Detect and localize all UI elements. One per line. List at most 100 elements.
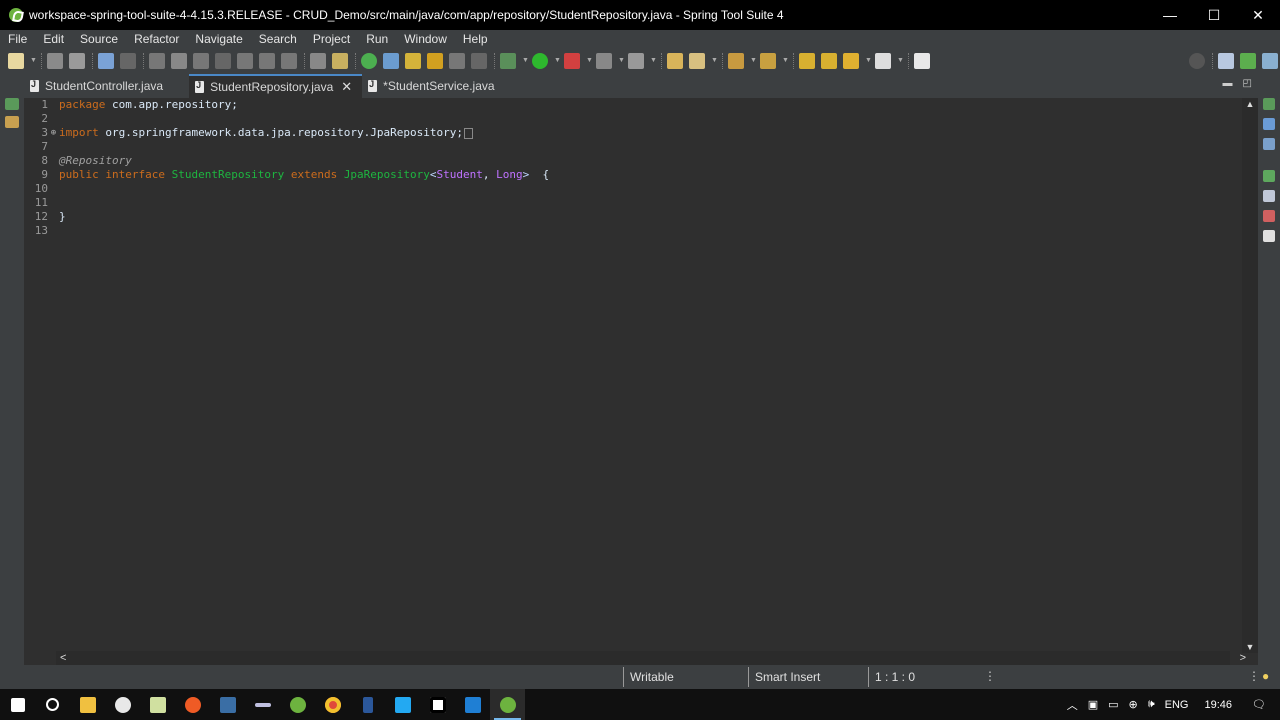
clock-time[interactable]: 19:46 xyxy=(1205,699,1233,711)
step-into-icon[interactable] xyxy=(237,53,253,69)
save-icon[interactable] xyxy=(47,53,63,69)
open-folder-icon[interactable] xyxy=(667,53,683,69)
menu-search[interactable]: Search xyxy=(251,30,305,48)
code-line[interactable]: 8 @Repository xyxy=(24,154,1258,168)
fold-expand-icon[interactable]: ⊕ xyxy=(48,126,59,140)
menu-edit[interactable]: Edit xyxy=(35,30,72,48)
outline-icon[interactable] xyxy=(1263,118,1275,130)
console-icon[interactable] xyxy=(1263,190,1275,202)
tab-student-controller[interactable]: StudentController.java xyxy=(24,74,173,98)
previous-annotation-dropdown-icon[interactable]: ▼ xyxy=(782,53,789,69)
back-icon[interactable] xyxy=(843,53,859,69)
perspective-spring-icon[interactable] xyxy=(1240,53,1256,69)
input-language[interactable]: ENG xyxy=(1165,699,1189,711)
menu-navigate[interactable]: Navigate xyxy=(187,30,250,48)
chrome-app-icon[interactable] xyxy=(105,689,140,720)
code-line[interactable]: 12} xyxy=(24,210,1258,224)
display-icon[interactable]: ▣ xyxy=(1088,698,1098,711)
external-tools-icon[interactable] xyxy=(564,53,580,69)
run-icon[interactable] xyxy=(532,53,548,69)
windows-start-icon[interactable] xyxy=(0,689,35,720)
tab-student-repository[interactable]: StudentRepository.java ✕ xyxy=(189,74,363,98)
skip-breakpoints-icon[interactable] xyxy=(120,53,136,69)
close-tab-icon[interactable]: ✕ xyxy=(341,79,352,95)
spring-tool-suite-taskbar-icon[interactable] xyxy=(280,689,315,720)
next-annotation-dropdown-icon[interactable]: ▼ xyxy=(750,53,757,69)
network-icon[interactable]: ⊕ xyxy=(1129,698,1138,711)
menu-project[interactable]: Project xyxy=(305,30,358,48)
drop-to-frame-icon[interactable] xyxy=(310,53,326,69)
search-icon[interactable] xyxy=(1189,53,1205,69)
code-line[interactable]: 2 xyxy=(24,112,1258,126)
database-tool-icon[interactable] xyxy=(210,689,245,720)
save-all-icon[interactable] xyxy=(69,53,85,69)
word-icon[interactable] xyxy=(350,689,385,720)
step-return-icon[interactable] xyxy=(281,53,297,69)
tip-lightbulb-icon[interactable]: ● xyxy=(1262,669,1269,683)
taskbar-search-icon[interactable] xyxy=(35,689,70,720)
show-hidden-icons-icon[interactable]: ︿ xyxy=(1067,697,1078,713)
tab-student-service[interactable]: *StudentService.java xyxy=(362,74,504,98)
status-menu-icon[interactable]: ⋮ xyxy=(1248,669,1260,683)
scroll-right-icon[interactable]: > xyxy=(1240,651,1246,665)
collapsed-imports-icon[interactable] xyxy=(464,127,473,139)
restore-right-view-icon[interactable] xyxy=(1263,98,1275,110)
open-console-icon[interactable] xyxy=(98,53,114,69)
terminal-icon[interactable] xyxy=(245,689,280,720)
postman-icon[interactable] xyxy=(175,689,210,720)
new-icon[interactable] xyxy=(8,53,24,69)
google-chrome-icon[interactable] xyxy=(315,689,350,720)
spring-tool-suite-active-icon[interactable] xyxy=(490,689,525,720)
back-dropdown-icon[interactable]: ▼ xyxy=(865,53,872,69)
volume-icon[interactable]: 🕪 xyxy=(1148,698,1155,711)
toggle-mark-occurrences-icon[interactable] xyxy=(405,53,421,69)
deploy-icon[interactable] xyxy=(628,53,644,69)
stop-dropdown-icon[interactable]: ▼ xyxy=(618,53,625,69)
suspend-icon[interactable] xyxy=(171,53,187,69)
forward-icon[interactable] xyxy=(875,53,891,69)
code-line[interactable]: 3 ⊕ import org.springframework.data.jpa.re… xyxy=(24,126,1258,140)
block-selection-icon[interactable] xyxy=(449,53,465,69)
code-line[interactable]: 10 xyxy=(24,182,1258,196)
task-list-icon[interactable] xyxy=(1263,138,1275,150)
battery-icon[interactable]: ▭ xyxy=(1108,698,1118,711)
open-type-icon[interactable] xyxy=(383,53,399,69)
perspective-debug-icon[interactable] xyxy=(1262,53,1278,69)
next-annotation-icon[interactable] xyxy=(728,53,744,69)
minimize-editor-icon[interactable]: ▬ xyxy=(1223,78,1233,89)
scroll-left-icon[interactable]: < xyxy=(60,651,66,665)
use-step-filters-icon[interactable] xyxy=(332,53,348,69)
maximize-editor-icon[interactable]: ◰ xyxy=(1243,78,1252,89)
boot-dashboard-icon[interactable] xyxy=(1263,170,1275,182)
vertical-scrollbar[interactable]: ▲ ▼ xyxy=(1242,98,1258,653)
code-editor[interactable]: 1 package com.app.repository; 2 3 ⊕ import or… xyxy=(24,98,1258,653)
code-line[interactable]: 9 public interface StudentRepository exte… xyxy=(24,168,1258,182)
open-perspective-icon[interactable] xyxy=(914,53,930,69)
terminate-icon[interactable] xyxy=(193,53,209,69)
deploy-dropdown-icon[interactable]: ▼ xyxy=(650,53,657,69)
menu-help[interactable]: Help xyxy=(455,30,496,48)
maximize-button[interactable]: ☐ xyxy=(1192,0,1236,30)
problems-icon[interactable] xyxy=(1263,210,1275,222)
code-line[interactable]: 7 xyxy=(24,140,1258,154)
scroll-up-icon[interactable]: ▲ xyxy=(1242,98,1258,110)
code-line[interactable]: 13 xyxy=(24,224,1258,238)
menu-refactor[interactable]: Refactor xyxy=(126,30,187,48)
step-over-icon[interactable] xyxy=(259,53,275,69)
previous-annotation-icon[interactable] xyxy=(760,53,776,69)
stop-icon[interactable] xyxy=(596,53,612,69)
resume-icon[interactable] xyxy=(149,53,165,69)
menu-file[interactable]: File xyxy=(0,30,35,48)
restore-view-icon[interactable] xyxy=(5,98,19,110)
close-button[interactable]: ✕ xyxy=(1236,0,1280,30)
toggle-highlight-icon[interactable] xyxy=(427,53,443,69)
menu-run[interactable]: Run xyxy=(358,30,396,48)
menu-window[interactable]: Window xyxy=(396,30,455,48)
debug-dropdown-icon[interactable]: ▼ xyxy=(522,53,529,69)
external-tools-dropdown-icon[interactable]: ▼ xyxy=(586,53,593,69)
notifications-icon[interactable]: 🗨 xyxy=(1252,698,1266,711)
last-edit-location-icon[interactable] xyxy=(799,53,815,69)
status-menu-icon[interactable]: ⋮ xyxy=(984,669,996,683)
new-dropdown-icon[interactable]: ▼ xyxy=(30,53,37,69)
code-line[interactable]: 11 xyxy=(24,196,1258,210)
